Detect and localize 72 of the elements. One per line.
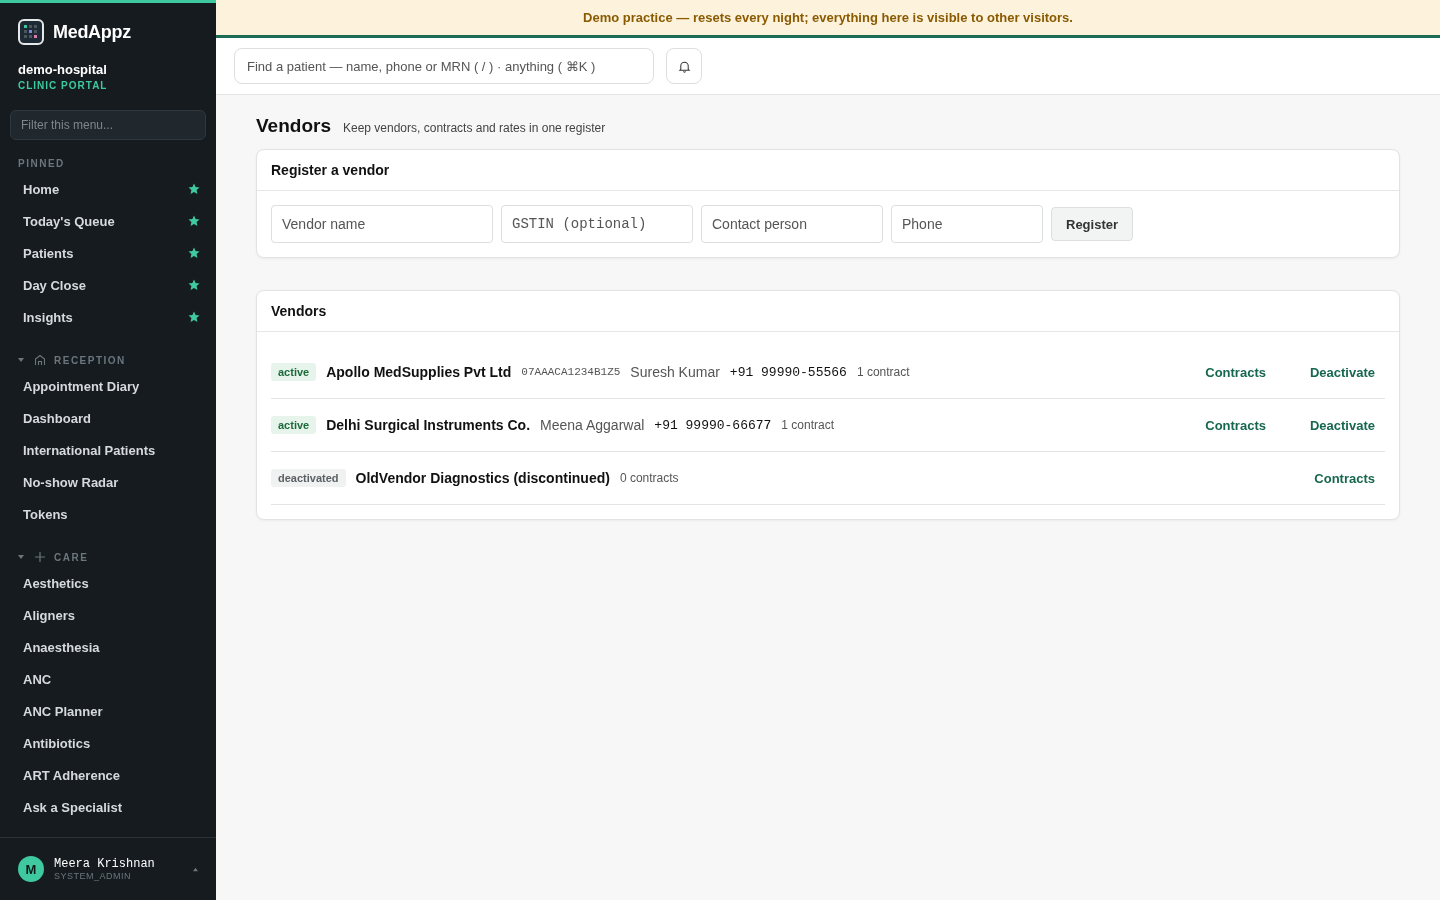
contract-count: 0 contracts [619,471,679,485]
sidebar-item[interactable]: Patients [0,237,216,269]
section-heading: PINNED [17,158,66,169]
sidebar-item[interactable]: Day Close [0,269,216,301]
vendor-name: Apollo MedSupplies Pvt Ltd [326,364,512,380]
caret-icon [193,866,198,872]
building-icon [34,354,46,366]
input-field[interactable]: Phone [891,205,1043,243]
sidebar-item[interactable]: No-show Radar [0,466,216,498]
phone-number: +91 99990-55566 [729,364,847,380]
org-name: demo-hospital [17,61,108,77]
action-link[interactable]: Deactivate [1309,417,1375,433]
input-field[interactable]: Vendor name [271,205,493,243]
sidebar-item[interactable]: Aesthetics [0,567,216,599]
card-title: Vendors [257,291,1399,332]
bell-icon [677,59,691,73]
vendor-name: Delhi Surgical Instruments Co. [326,417,531,433]
page-subtitle: Keep vendors, contracts and rates in one register [343,121,606,135]
sidebar-item[interactable]: Aligners [0,599,216,631]
notifications-button[interactable] [666,48,702,84]
star-icon[interactable] [188,215,200,227]
gstin: 07AAACA1234B1Z5 [521,366,621,378]
star-icon[interactable] [188,279,200,291]
sidebar-item[interactable]: Appointment Diary [0,370,216,402]
sidebar-item[interactable]: Tokens [0,498,216,530]
plus-icon [34,551,46,563]
avatar: M [18,856,44,882]
register-button[interactable]: Register [1051,207,1134,241]
card-title: Register a vendor [257,150,1399,191]
action-link[interactable]: Contracts [1314,470,1375,486]
sidebar-item[interactable]: Antibiotics [0,727,216,759]
app-name: MedAppz [53,21,131,43]
star-icon[interactable] [188,311,200,323]
input-field[interactable]: Contact person [701,205,883,243]
search-field[interactable]: Find a patient — name, phone or MRN ( / ) · anything ( ⌘K ) [234,48,654,84]
user-role: SYSTEM_ADMIN [54,871,132,881]
action-link[interactable]: Deactivate [1309,364,1375,380]
demo-banner: Demo practice — resets every night; everything here is visible to other visitors. [216,0,1440,38]
section-heading: CARE [54,551,89,563]
contract-count: 1 contract [781,418,835,432]
input-field[interactable]: GSTIN (optional) [501,205,693,243]
sidebar-item[interactable]: ART Adherence [0,759,216,791]
sidebar-item[interactable]: International Patients [0,434,216,466]
status-badge: active [271,363,317,381]
user-name: Meera Krishnan [54,857,156,871]
sidebar-item[interactable]: Anaesthesia [0,631,216,663]
caret-icon[interactable] [18,554,24,560]
sidebar-item[interactable]: Dashboard [0,402,216,434]
star-icon[interactable] [188,183,200,195]
caret-icon[interactable] [18,357,24,363]
action-link[interactable]: Contracts [1205,417,1266,433]
sidebar-item[interactable]: Insights [0,301,216,333]
status-badge: active [271,416,317,434]
sidebar-item[interactable]: Ask a Specialist [0,791,216,823]
status-badge: deactivated [271,469,346,487]
user-menu[interactable]: M Meera Krishnan SYSTEM_ADMIN [0,837,216,900]
section-heading: RECEPTION [54,354,126,366]
vendor-name: OldVendor Diagnostics (discontinued) [355,470,610,486]
sidebar-item[interactable]: ANC [0,663,216,695]
portal-label: CLINIC PORTAL [17,79,109,91]
sidebar-item[interactable]: ANC Planner [0,695,216,727]
page-title: Vendors [256,115,331,137]
grid-logo-icon [18,19,44,45]
sidebar-item[interactable]: Today's Queue [0,205,216,237]
action-link[interactable]: Contracts [1205,364,1266,380]
phone-number: +91 99990-66677 [654,417,772,433]
contact-person: Suresh Kumar [630,364,720,380]
filter-field[interactable]: Filter this menu... [10,110,206,140]
star-icon[interactable] [188,247,200,259]
contract-count: 1 contract [856,365,910,379]
contact-person: Meena Aggarwal [540,417,645,433]
sidebar-item[interactable]: Home [0,173,216,205]
